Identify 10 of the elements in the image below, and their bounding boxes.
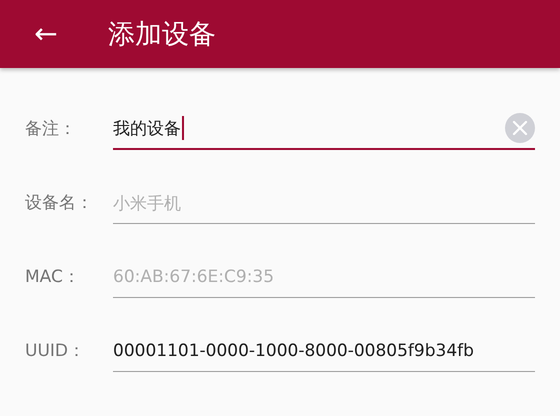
page-title: 添加设备 [108,18,216,52]
field-label: MAC： [25,266,81,289]
input-field[interactable]: 00001101-0000-1000-8000-00805f9b34fb [113,331,535,372]
field-label: 备注： [25,118,77,141]
text-cursor [182,116,184,140]
field-label: UUID： [25,340,86,363]
field-label: 设备名： [25,192,94,215]
clear-icon[interactable] [505,113,535,143]
input-field[interactable]: 我的设备 [113,108,535,150]
back-button[interactable]: ← [28,14,64,54]
